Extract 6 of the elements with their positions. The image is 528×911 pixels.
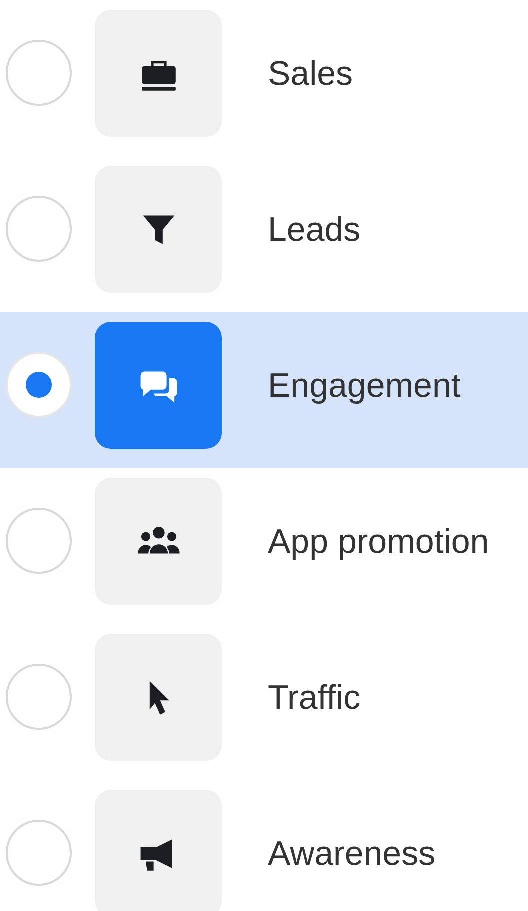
objective-label: Awareness <box>268 834 436 875</box>
objective-label: App promotion <box>268 522 490 563</box>
objective-label: Traffic <box>268 678 361 719</box>
objective-label: Leads <box>268 210 361 251</box>
objective-label: Engagement <box>268 366 461 407</box>
objective-label: Sales <box>268 54 354 95</box>
